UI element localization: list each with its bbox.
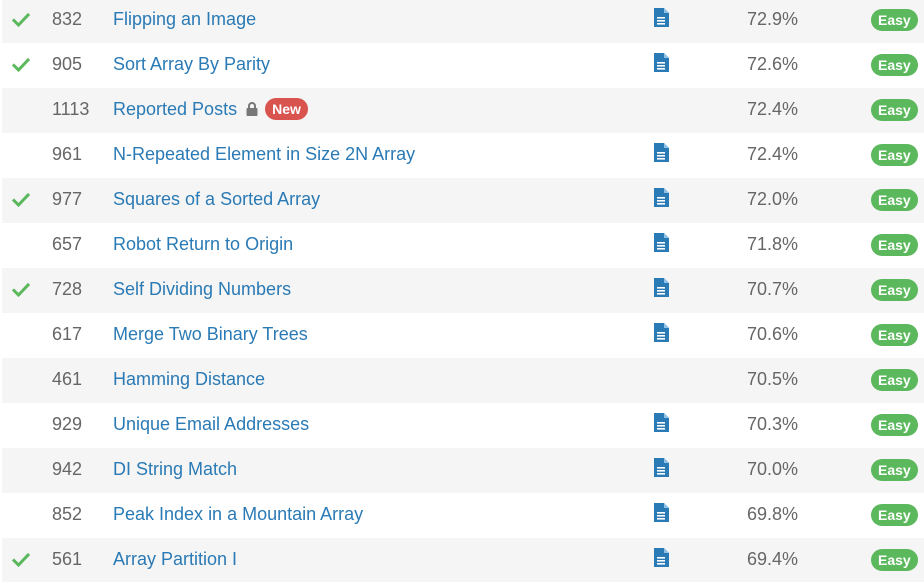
problem-row: 852 Peak Index in a Mountain Array 69.8%… [2,493,924,538]
acceptance-rate: 71.8% [747,234,799,254]
acceptance-rate: 69.8% [747,504,799,524]
title-cell: Peak Index in a Mountain Array [113,493,363,535]
problem-title-link[interactable]: DI String Match [113,459,237,480]
title-cell: Squares of a Sorted Array [113,178,320,220]
solution-document-icon[interactable] [653,188,669,207]
difficulty-badge: Easy [871,324,918,346]
check-icon [12,552,30,568]
problem-title-link[interactable]: N-Repeated Element in Size 2N Array [113,144,415,165]
acceptance-rate: 69.4% [747,549,799,569]
title-cell: Robot Return to Origin [113,223,293,265]
difficulty-badge: Easy [871,549,918,571]
check-icon [12,192,30,208]
acceptance-rate: 70.7% [747,279,799,299]
problem-table: 832 Flipping an Image 72.9% Easy 905 Sor… [0,0,924,582]
problem-title-link[interactable]: Flipping an Image [113,9,256,30]
problem-id: 977 [52,189,83,209]
problem-id: 852 [52,504,83,524]
problem-row: 617 Merge Two Binary Trees 70.6% Easy [2,313,924,358]
acceptance-rate: 70.6% [747,324,799,344]
title-cell: DI String Match [113,448,237,490]
solution-document-icon[interactable] [653,503,669,522]
acceptance-rate: 72.6% [747,54,799,74]
difficulty-badge: Easy [871,99,918,121]
problem-row: 561 Array Partition I 69.4% Easy [2,538,924,582]
acceptance-rate: 72.4% [747,99,799,119]
solution-document-icon[interactable] [653,458,669,477]
problem-id: 728 [52,279,83,299]
solution-document-icon[interactable] [653,143,669,162]
problem-row: 832 Flipping an Image 72.9% Easy [2,0,924,43]
check-icon [12,12,30,28]
title-cell: Merge Two Binary Trees [113,313,308,355]
problem-title-link[interactable]: Peak Index in a Mountain Array [113,504,363,525]
problem-row: 905 Sort Array By Parity 72.6% Easy [2,43,924,88]
problem-title-link[interactable]: Unique Email Addresses [113,414,309,435]
acceptance-rate: 72.9% [747,9,799,29]
acceptance-rate: 70.0% [747,459,799,479]
acceptance-rate: 70.5% [747,369,799,389]
problem-title-link[interactable]: Squares of a Sorted Array [113,189,320,210]
acceptance-rate: 70.3% [747,414,799,434]
problem-id: 905 [52,54,83,74]
problem-title-link[interactable]: Sort Array By Parity [113,54,270,75]
acceptance-rate: 72.4% [747,144,799,164]
title-cell: N-Repeated Element in Size 2N Array [113,133,415,175]
title-cell: Unique Email Addresses [113,403,309,445]
difficulty-badge: Easy [871,459,918,481]
check-icon [12,282,30,298]
solution-document-icon[interactable] [653,413,669,432]
difficulty-badge: Easy [871,9,918,31]
problem-id: 461 [52,369,83,389]
title-cell: Self Dividing Numbers [113,268,291,310]
acceptance-rate: 72.0% [747,189,799,209]
difficulty-badge: Easy [871,189,918,211]
problem-row: 728 Self Dividing Numbers 70.7% Easy [2,268,924,313]
problem-title-link[interactable]: Reported Posts [113,99,237,120]
difficulty-badge: Easy [871,54,918,76]
problem-title-link[interactable]: Robot Return to Origin [113,234,293,255]
solution-document-icon[interactable] [653,8,669,27]
problem-id: 657 [52,234,83,254]
problem-id: 832 [52,9,83,29]
problem-title-link[interactable]: Self Dividing Numbers [113,279,291,300]
problem-id: 929 [52,414,83,434]
title-cell: Array Partition I [113,538,237,580]
difficulty-badge: Easy [871,279,918,301]
title-cell: Hamming Distance [113,358,265,400]
problem-id: 961 [52,144,83,164]
solution-document-icon[interactable] [653,323,669,342]
problem-id: 617 [52,324,83,344]
problem-title-link[interactable]: Hamming Distance [113,369,265,390]
difficulty-badge: Easy [871,369,918,391]
check-icon [12,57,30,73]
problem-id: 1113 [52,99,90,119]
problem-row: 461 Hamming Distance 70.5% Easy [2,358,924,403]
new-badge: New [265,98,308,120]
problem-title-link[interactable]: Merge Two Binary Trees [113,324,308,345]
title-cell: Reported Posts New [113,88,308,130]
problem-row: 1113 Reported Posts New 72.4% Easy [2,88,924,133]
problem-id: 942 [52,459,83,479]
difficulty-badge: Easy [871,504,918,526]
solution-document-icon[interactable] [653,278,669,297]
problem-id: 561 [52,549,83,569]
difficulty-badge: Easy [871,144,918,166]
problem-row: 657 Robot Return to Origin 71.8% Easy [2,223,924,268]
lock-icon [246,102,258,116]
difficulty-badge: Easy [871,414,918,436]
solution-document-icon[interactable] [653,233,669,252]
problem-row: 929 Unique Email Addresses 70.3% Easy [2,403,924,448]
title-cell: Sort Array By Parity [113,43,270,85]
problem-row: 961 N-Repeated Element in Size 2N Array … [2,133,924,178]
difficulty-badge: Easy [871,234,918,256]
solution-document-icon[interactable] [653,53,669,72]
solution-document-icon[interactable] [653,548,669,567]
problem-title-link[interactable]: Array Partition I [113,549,237,570]
problem-row: 942 DI String Match 70.0% Easy [2,448,924,493]
problem-row: 977 Squares of a Sorted Array 72.0% Easy [2,178,924,223]
title-cell: Flipping an Image [113,0,256,40]
